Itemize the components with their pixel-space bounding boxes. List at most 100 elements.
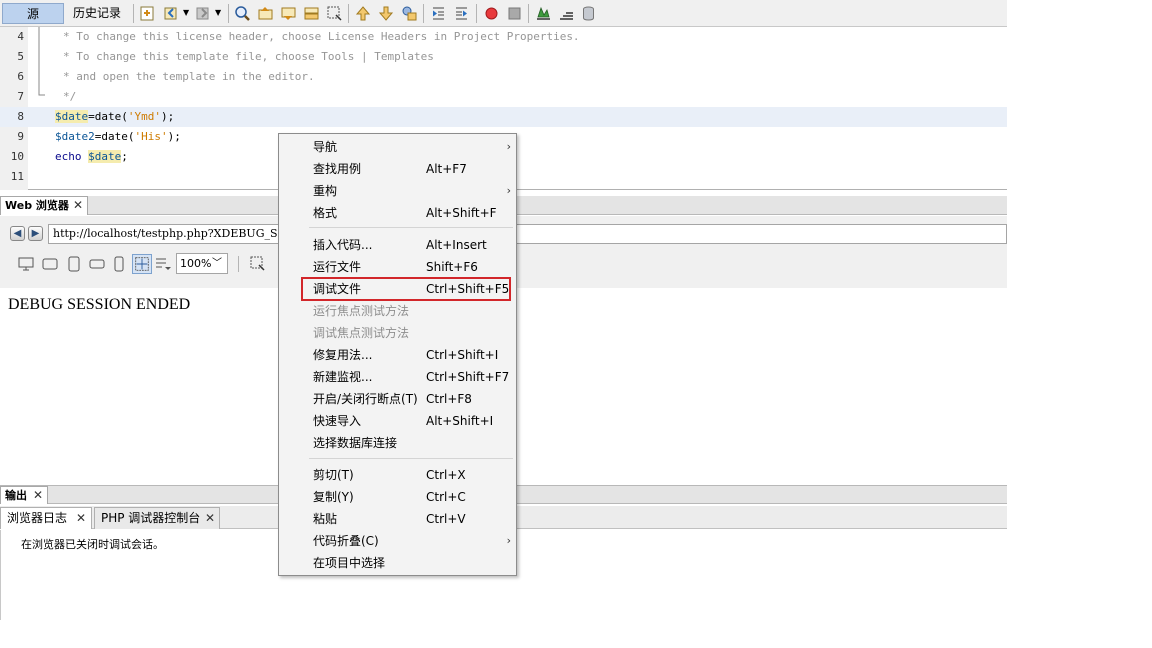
code-line: 5 * To change this template file, choose… [0, 47, 1007, 67]
editor-toolbar: 源 历史记录 ▼ ▼ [0, 0, 1007, 27]
line-number: 5 [17, 50, 24, 63]
tablet-landscape-icon[interactable] [89, 256, 105, 272]
toggle-bookmark-icon[interactable] [401, 5, 418, 22]
line-number: 4 [17, 30, 24, 43]
menu-item-label: 查找用例 [313, 162, 362, 176]
tablet-icon[interactable] [66, 256, 82, 272]
back-icon[interactable] [163, 5, 180, 22]
browser-forward-button[interactable]: ▶ [28, 226, 43, 241]
close-icon[interactable]: ✕ [76, 508, 86, 528]
line-number: 8 [17, 110, 24, 123]
toolbar-separator [238, 256, 239, 272]
code-line-current: 8 $date=date('Ymd'); [0, 107, 1007, 127]
menu-item-format[interactable]: 格式 Alt+Shift+F [280, 202, 515, 224]
menu-item-insert-code[interactable]: 插入代码... Alt+Insert [280, 234, 515, 256]
previous-bookmark-icon[interactable] [355, 5, 372, 22]
stop-macro-icon[interactable] [506, 5, 523, 22]
line-number: 11 [10, 170, 24, 183]
menu-item-label: 开启/关闭行断点(T) [313, 392, 418, 406]
auto-fit-icon[interactable] [132, 254, 152, 274]
menu-item-shortcut: Alt+Shift+I [426, 414, 494, 428]
shift-right-icon[interactable] [453, 5, 470, 22]
menu-item-label: 新建监视... [313, 370, 373, 384]
toolbar-separator [228, 4, 229, 23]
close-icon[interactable]: ✕ [73, 197, 83, 214]
phone-icon[interactable] [111, 256, 127, 272]
close-icon[interactable]: ✕ [33, 487, 43, 504]
menu-item-label: 运行文件 [313, 260, 362, 274]
database-icon[interactable] [580, 5, 597, 22]
find-icon[interactable] [234, 5, 251, 22]
browser-back-button[interactable]: ◀ [10, 226, 25, 241]
tab-web-browser[interactable]: Web 浏览器 ✕ [0, 196, 88, 215]
next-bookmark-icon[interactable] [378, 5, 395, 22]
code-line: 6 * and open the template in the editor. [0, 67, 1007, 87]
tab-browser-log[interactable]: 浏览器日志 ✕ [0, 507, 92, 529]
code-text: ); [161, 110, 175, 123]
code-comment: */ [63, 90, 77, 103]
tab-output[interactable]: 输出 ✕ [0, 486, 48, 504]
code-text: ); [167, 130, 181, 143]
device-dropdown-icon[interactable] [155, 256, 171, 272]
zoom-value: 100% [180, 257, 212, 270]
tab-label: 浏览器日志 [7, 511, 68, 525]
inspect-icon[interactable] [250, 256, 266, 272]
line-number: 7 [17, 90, 24, 103]
close-icon[interactable]: ✕ [205, 508, 215, 528]
code-line: 4 * To change this license header, choos… [0, 27, 1007, 47]
zoom-select[interactable]: 100% ﹀ [176, 253, 228, 274]
toolbar-separator [476, 4, 477, 23]
menu-item-select-in-projects[interactable]: 在项目中选择 [280, 552, 515, 574]
find-previous-icon[interactable] [257, 5, 274, 22]
url-field[interactable]: http://localhost/testphp.php?XDEBUG_SESS… [48, 224, 1007, 244]
line-number: 10 [10, 150, 24, 163]
menu-item-find-usages[interactable]: 查找用例 Alt+F7 [280, 158, 515, 180]
menu-item-code-folds[interactable]: 代码折叠(C) › [280, 530, 515, 552]
menu-item-paste[interactable]: 粘贴 Ctrl+V [280, 508, 515, 530]
forward-dropdown-icon[interactable]: ▼ [215, 8, 221, 17]
menu-item-cut[interactable]: 剪切(T) Ctrl+X [280, 464, 515, 486]
forward-icon[interactable] [195, 5, 212, 22]
last-edit-icon[interactable] [139, 5, 156, 22]
desktop-icon[interactable] [18, 256, 34, 272]
menu-item-new-watch[interactable]: 新建监视... Ctrl+Shift+F7 [280, 366, 515, 388]
menu-item-shortcut: Ctrl+V [426, 512, 466, 526]
menu-item-label: 插入代码... [313, 238, 373, 252]
menu-item-label: 运行焦点测试方法 [313, 304, 410, 318]
menu-item-run-file[interactable]: 运行文件 Shift+F6 [280, 256, 515, 278]
menu-item-label: 导航 [313, 140, 338, 154]
menu-item-toggle-line-breakpoint[interactable]: 开启/关闭行断点(T) Ctrl+F8 [280, 388, 515, 410]
start-macro-icon[interactable] [483, 5, 500, 22]
netbook-icon[interactable] [42, 256, 58, 272]
code-text: ; [121, 150, 128, 163]
tab-label: PHP 调试器控制台 [101, 511, 201, 525]
menu-item-shortcut: Shift+F6 [426, 260, 478, 274]
menu-item-fix-uses[interactable]: 修复用法... Ctrl+Shift+I [280, 344, 515, 366]
line-number: 6 [17, 70, 24, 83]
menu-item-label: 重构 [313, 184, 338, 198]
tab-php-debugger-console[interactable]: PHP 调试器控制台 ✕ [94, 507, 220, 529]
menu-item-fast-import[interactable]: 快速导入 Alt+Shift+I [280, 410, 515, 432]
toggle-highlight-icon[interactable] [303, 5, 320, 22]
chevron-right-icon: › [506, 534, 511, 547]
back-dropdown-icon[interactable]: ▼ [183, 8, 189, 17]
menu-item-shortcut: Ctrl+Shift+I [426, 348, 499, 362]
menu-item-shortcut: Alt+Insert [426, 238, 487, 252]
code-variable: $date [55, 110, 89, 123]
menu-item-copy[interactable]: 复制(Y) Ctrl+C [280, 486, 515, 508]
menu-item-refactor[interactable]: 重构 › [280, 180, 515, 202]
uncomment-icon[interactable] [558, 5, 575, 22]
tab-source[interactable]: 源 [2, 3, 64, 24]
menu-item-select-db-connection[interactable]: 选择数据库连接 [280, 432, 515, 454]
find-next-icon[interactable] [280, 5, 297, 22]
menu-separator [309, 227, 513, 228]
menu-item-navigate[interactable]: 导航 › [280, 136, 515, 158]
rect-select-icon[interactable] [326, 5, 343, 22]
menu-item-shortcut: Alt+F7 [426, 162, 467, 176]
tab-history[interactable]: 历史记录 [68, 3, 126, 24]
shift-left-icon[interactable] [430, 5, 447, 22]
comment-icon[interactable] [535, 5, 552, 22]
code-text: =date( [94, 130, 135, 143]
menu-item-shortcut: Ctrl+Shift+F7 [426, 370, 510, 384]
menu-item-debug-focused-test: 调试焦点测试方法 [280, 322, 515, 344]
